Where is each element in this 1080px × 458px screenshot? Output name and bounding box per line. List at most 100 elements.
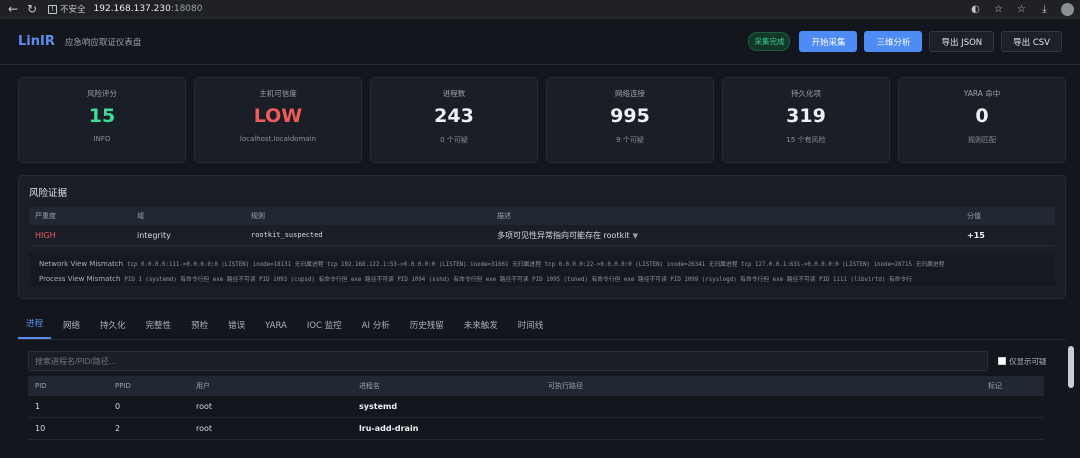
tab-future[interactable]: 未来触发 [456,319,506,339]
card-risk-score: 风险评分 15 INFO [18,77,186,163]
name-cell: systemd [359,402,398,411]
severity-badge: HIGH [35,230,56,240]
app-subtitle: 应急响应取证仪表盘 [64,37,142,48]
warning-icon: ! [48,4,57,14]
table-row[interactable]: 10 2 root lru-add-drain [28,418,1044,440]
pid-cell: 10 [35,424,46,433]
analyze-button[interactable]: 三维分析 [864,31,923,52]
translate-icon[interactable]: ◐ [969,3,982,16]
downloads-icon[interactable]: ⤓ [1038,3,1051,16]
description-cell: 多项可见性异常指向可能存在 rootkit ▼ [491,230,961,241]
process-toolbar: 仅显示可疑 [18,346,1066,376]
expand-caret-icon[interactable]: ▼ [633,232,638,240]
tab-ioc[interactable]: IOC 监控 [299,319,350,339]
card-yara: YARA 命中 0 规则匹配 [898,77,1066,163]
col-severity: 严重度 [35,212,56,220]
main-tabs: 进程 网络 持久化 完整性 预检 错误 YARA IOC 监控 AI 分析 历史… [18,316,1066,340]
profile-avatar[interactable] [1061,2,1074,16]
tab-timeline[interactable]: 时间线 [510,319,552,339]
evidence-label: Network View Mismatch [39,259,124,268]
suspicious-only-toggle[interactable]: 仅显示可疑 [998,356,1047,367]
score-cell: +15 [967,230,985,240]
col-description: 描述 [497,212,511,220]
card-value: 319 [786,105,826,127]
reload-icon[interactable]: ↻ [25,2,39,16]
card-label: YARA 命中 [963,89,1001,98]
favorites-icon[interactable]: ☆ [1015,3,1028,16]
tab-history[interactable]: 历史残留 [402,319,452,339]
col-pid[interactable]: PID [28,382,109,390]
tab-errors[interactable]: 错误 [220,319,253,339]
card-value: 995 [610,105,650,127]
col-user[interactable]: 用户 [190,381,353,391]
evidence-text: PID 1 (systemd) 有命令行但 exe 路径不可读 PID 1093… [124,277,913,283]
tab-persistence[interactable]: 持久化 [92,319,134,339]
evidence-details: Network View Mismatch tcp 0.0.0.0:111->0… [29,252,1055,286]
col-rule: 规则 [251,212,265,220]
tab-integrity[interactable]: 完整性 [138,319,180,339]
col-tag[interactable]: 标记 [982,381,1002,391]
card-value: 15 [88,105,116,127]
stat-cards: 风险评分 15 INFO 主机可信度 LOW localhost.localdo… [0,65,1080,163]
name-cell: lru-add-drain [359,424,419,433]
col-ppid[interactable]: PPID [109,382,190,390]
card-label: 网络连接 [615,89,645,98]
card-host-trust: 主机可信度 LOW localhost.localdomain [194,77,362,163]
tab-process[interactable]: 进程 [18,317,52,339]
card-sub: localhost.localdomain [239,135,317,143]
tab-yara[interactable]: YARA [257,321,295,339]
evidence-label: Process View Mismatch [39,274,121,283]
risk-title: 风险证据 [29,188,68,199]
scrollbar-thumb[interactable] [1068,346,1074,388]
start-collect-button[interactable]: 开始采集 [799,31,858,52]
export-csv-button[interactable]: 导出 CSV [1001,31,1062,52]
card-label: 主机可信度 [259,89,297,98]
card-persistence: 持久化项 319 15 个有风险 [722,77,890,163]
status-badge: 采集完成 [748,32,791,51]
app-logo: LinIR [18,34,55,49]
card-label: 进程数 [442,89,466,98]
process-search-input[interactable] [28,351,988,371]
export-json-button[interactable]: 导出 JSON [929,31,995,52]
process-table-header: PID PPID 用户 进程名 可执行路径 标记 [28,376,1044,396]
risk-evidence-panel: 风险证据 严重度 域 规则 描述 分值 HIGH integrity rootk… [18,175,1066,299]
col-score: 分值 [967,212,981,220]
app-header: LinIR 应急响应取证仪表盘 采集完成 开始采集 三维分析 导出 JSON 导… [0,19,1080,65]
card-network: 网络连接 995 9 个可疑 [546,77,714,163]
description-text: 多项可见性异常指向可能存在 rootkit [497,230,630,240]
domain-cell: integrity [137,230,171,240]
ppid-cell: 2 [115,424,121,433]
user-cell: root [196,402,213,411]
suspicious-only-checkbox[interactable] [998,357,1006,365]
card-label: 持久化项 [791,89,821,98]
suspicious-only-label: 仅显示可疑 [1009,356,1047,366]
col-name[interactable]: 进程名 [353,381,542,391]
tab-ai[interactable]: AI 分析 [354,319,398,339]
table-row[interactable]: 1 0 root systemd [28,396,1044,418]
ppid-cell: 0 [115,402,121,411]
col-domain: 域 [137,212,144,220]
card-value: LOW [253,105,303,127]
risk-row[interactable]: HIGH integrity rootkit_suspected 多项可见性异常… [29,225,1055,246]
card-sub: INFO [93,135,111,143]
evidence-line: Process View Mismatch PID 1 (systemd) 有命… [39,271,1055,286]
address-bar[interactable]: ! 不安全 192.168.137.230:18080 [48,3,202,15]
col-exe[interactable]: 可执行路径 [542,381,982,391]
card-value: 0 [975,105,989,127]
card-label: 风险评分 [87,89,117,98]
back-icon[interactable]: ← [6,2,20,16]
url-host: 192.168.137.230 [93,4,171,14]
tab-network[interactable]: 网络 [55,319,88,339]
card-sub: 15 个有风险 [786,136,826,144]
card-sub: 0 个可疑 [440,136,468,144]
pid-cell: 1 [35,402,41,411]
url-port: :18080 [170,4,203,14]
browser-toolbar: ← ↻ ! 不安全 192.168.137.230:18080 ◐ ☆ ☆ ⤓ [0,0,1080,19]
tab-precheck[interactable]: 预检 [183,319,216,339]
star-icon[interactable]: ☆ [992,3,1005,16]
insecure-label: 不安全 [60,5,86,15]
card-sub: 规则匹配 [968,136,996,144]
user-cell: root [196,424,213,433]
risk-table-header: 严重度 域 规则 描述 分值 [29,207,1055,225]
card-sub: 9 个可疑 [616,136,644,144]
